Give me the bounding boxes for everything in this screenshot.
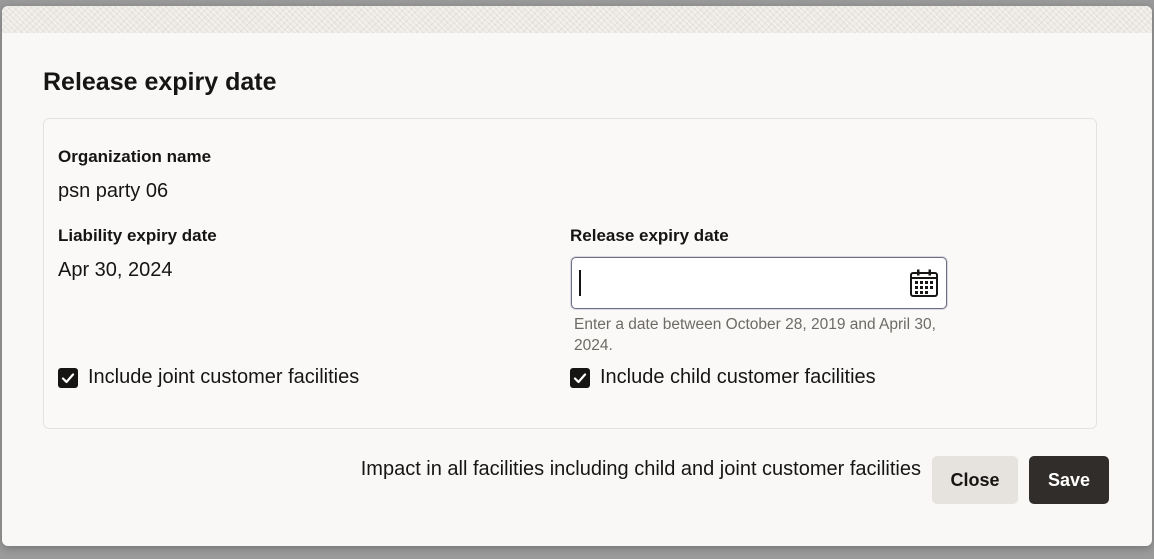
- text-caret: [579, 270, 581, 296]
- liability-expiry-date-value: Apr 30, 2024: [58, 259, 173, 281]
- organization-name-value: psn party 06: [58, 180, 169, 202]
- include-joint-customer-facilities-checkbox[interactable]: Include joint customer facilities: [58, 366, 359, 389]
- release-expiry-date-hint: Enter a date between October 28, 2019 an…: [574, 316, 936, 354]
- include-child-customer-facilities-label: Include child customer facilities: [600, 366, 876, 388]
- calendar-icon[interactable]: [907, 266, 941, 300]
- include-joint-customer-facilities-label: Include joint customer facilities: [88, 366, 360, 388]
- close-button[interactable]: Close: [932, 456, 1018, 504]
- save-button[interactable]: Save: [1029, 456, 1109, 504]
- impact-message: Impact in all facilities including child…: [360, 458, 921, 480]
- dialog-header-texture: [2, 6, 1152, 33]
- form-panel: Organization name psn party 06 Liability…: [43, 118, 1097, 429]
- checkmark-icon[interactable]: [58, 367, 78, 388]
- release-expiry-date-input[interactable]: [580, 258, 900, 306]
- checkmark-icon[interactable]: [570, 367, 590, 388]
- liability-expiry-date-label: Liability expiry date: [58, 226, 217, 245]
- organization-name-label: Organization name: [58, 147, 212, 166]
- dialog-title: Release expiry date: [43, 68, 277, 96]
- release-expiry-date-label: Release expiry date: [570, 226, 729, 245]
- release-expiry-date-field[interactable]: [571, 257, 947, 309]
- include-child-customer-facilities-checkbox[interactable]: Include child customer facilities: [570, 366, 876, 389]
- release-expiry-dialog: Release expiry date Organization name ps…: [2, 6, 1152, 546]
